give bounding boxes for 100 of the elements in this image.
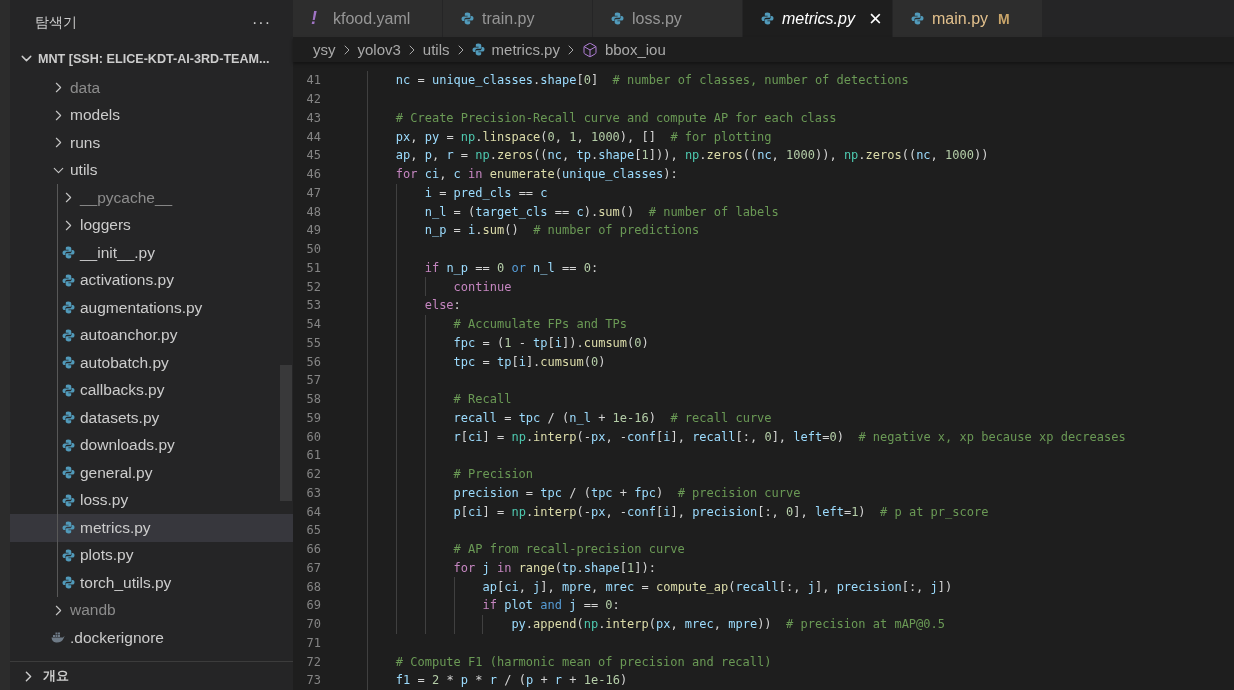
tree-item[interactable]: downloads.py bbox=[10, 431, 293, 459]
editor-tab[interactable]: main.py M bbox=[893, 0, 1042, 37]
tree-item[interactable]: autoanchor.py bbox=[10, 321, 293, 349]
code-line: tpc = tp[i].cumsum(0) bbox=[452, 354, 606, 369]
python-icon bbox=[61, 411, 75, 425]
tree-item[interactable]: general.py bbox=[10, 459, 293, 487]
line-number: 64 bbox=[305, 504, 321, 519]
tree-item[interactable]: wandb bbox=[10, 596, 293, 624]
python-icon bbox=[911, 12, 924, 25]
tree-item[interactable]: __init__.py bbox=[10, 239, 293, 267]
code-line: nc = unique_classes.shape[0] # number of classes, number of detections bbox=[394, 73, 909, 88]
code-line: ap[ci, j], mpre, mrec = compute_ap(recall[:, j], precision[:, j]) bbox=[481, 579, 953, 594]
tree-item[interactable]: autobatch.py bbox=[10, 349, 293, 377]
line-number: 58 bbox=[305, 392, 321, 407]
line-number: 68 bbox=[305, 579, 321, 594]
code-line: n_l = (target_cls == c).sum() # number of labels bbox=[423, 204, 779, 219]
line-number: 72 bbox=[305, 654, 321, 669]
line-number: 56 bbox=[305, 354, 321, 369]
tree-item[interactable]: .dockerignore bbox=[10, 624, 293, 652]
breadcrumb-item[interactable]: yolov3 bbox=[357, 41, 401, 58]
tree-item[interactable]: __pycache__ bbox=[10, 184, 293, 212]
code-line: i = pred_cls == c bbox=[423, 185, 548, 200]
line-number: 50 bbox=[305, 242, 321, 257]
python-icon bbox=[61, 328, 75, 342]
code-line: continue bbox=[452, 279, 512, 294]
python-icon bbox=[61, 356, 75, 370]
python-icon bbox=[61, 273, 75, 287]
tree-item[interactable]: utils bbox=[10, 156, 293, 184]
tree-item[interactable]: augmentations.py bbox=[10, 294, 293, 322]
python-icon bbox=[61, 493, 75, 507]
line-number: 45 bbox=[305, 148, 321, 163]
python-icon bbox=[61, 246, 75, 260]
code-line: for j in range(tp.shape[1]): bbox=[452, 560, 656, 575]
line-number: 66 bbox=[305, 542, 321, 557]
code-line: precision = tpc / (tpc + fpc) # precision curve bbox=[452, 485, 801, 500]
code-line: f1 = 2 * p * r / (p + r + 1e-16) bbox=[394, 673, 628, 688]
line-number: 52 bbox=[305, 279, 321, 294]
python-icon bbox=[61, 466, 75, 480]
outline-section-header[interactable]: 개요 bbox=[10, 661, 293, 690]
python-icon bbox=[61, 383, 75, 397]
line-number: 41 bbox=[305, 73, 321, 88]
python-icon bbox=[61, 438, 75, 452]
breadcrumb-item[interactable]: bbox_iou bbox=[604, 41, 666, 58]
line-number: 57 bbox=[305, 373, 321, 388]
tree-item[interactable]: torch_utils.py bbox=[10, 569, 293, 597]
code-line: # Recall bbox=[452, 392, 512, 407]
tree-item[interactable]: loss.py bbox=[10, 486, 293, 514]
line-number: 62 bbox=[305, 467, 321, 482]
cube-icon bbox=[581, 41, 598, 58]
code-line: p[ci] = np.interp(-px, -conf[i], precision[:, 0], left=1) # p at pr_score bbox=[452, 504, 989, 519]
tree-item[interactable]: activations.py bbox=[10, 266, 293, 294]
editor-tab[interactable]: loss.py bbox=[593, 0, 742, 37]
more-actions-button[interactable]: ··· bbox=[252, 13, 271, 32]
python-icon bbox=[611, 12, 624, 25]
explorer-title: 탐색기 bbox=[35, 13, 77, 32]
code-line: # Compute F1 (harmonic mean of precision and recall) bbox=[394, 654, 772, 669]
line-number: 73 bbox=[305, 673, 321, 688]
python-icon bbox=[761, 12, 774, 25]
line-number: 42 bbox=[305, 92, 321, 107]
close-button[interactable]: × bbox=[868, 7, 882, 30]
python-icon bbox=[471, 43, 485, 56]
code-line: px, py = np.linspace(0, 1, 1000), [] # for plotting bbox=[394, 129, 772, 144]
breadcrumb-item[interactable]: metrics.py bbox=[491, 41, 560, 58]
tree-item[interactable]: plots.py bbox=[10, 541, 293, 569]
code-line: # Create Precision-Recall curve and compute AP for each class bbox=[394, 110, 837, 125]
python-icon bbox=[61, 521, 75, 535]
workspace-section-header[interactable]: MNT [SSH: ELICE-KDT-AI-3RD-TEAM... bbox=[10, 45, 293, 72]
line-number: 55 bbox=[305, 335, 321, 350]
tree-item[interactable]: loggers bbox=[10, 211, 293, 239]
line-number: 44 bbox=[305, 129, 321, 144]
line-number: 70 bbox=[305, 617, 321, 632]
breadcrumb-item[interactable]: ysy bbox=[313, 41, 336, 58]
code-line: ap, p, r = np.zeros((nc, tp.shape[1])), np.zeros((nc, 1000)), np.zeros((nc, 1000)) bbox=[394, 148, 989, 163]
line-number: 43 bbox=[305, 110, 321, 125]
code-line: if plot and j == 0: bbox=[481, 598, 620, 613]
line-number: 54 bbox=[305, 317, 321, 332]
line-number: 61 bbox=[305, 448, 321, 463]
tree-item[interactable]: runs bbox=[10, 129, 293, 157]
editor-tab[interactable]: ! kfood.yaml bbox=[293, 0, 442, 37]
code-line: else: bbox=[423, 298, 461, 313]
breadcrumb-item[interactable]: utils bbox=[422, 41, 450, 58]
tree-item[interactable]: datasets.py bbox=[10, 404, 293, 432]
scrollbar-thumb[interactable] bbox=[280, 365, 292, 501]
tree-item[interactable]: models bbox=[10, 101, 293, 129]
tree-item[interactable]: callbacks.py bbox=[10, 376, 293, 404]
code-line: py.append(np.interp(px, mrec, mpre)) # precision at mAP@0.5 bbox=[510, 617, 945, 632]
code-line: # Accumulate FPs and TPs bbox=[452, 317, 627, 332]
tree-item[interactable]: metrics.py bbox=[10, 514, 293, 542]
exclamation-icon: ! bbox=[311, 8, 325, 29]
editor-tab[interactable]: train.py bbox=[443, 0, 592, 37]
line-number: 47 bbox=[305, 185, 321, 200]
code-line: r[ci] = np.interp(-px, -conf[i], recall[:, 0], left=0) # negative x, xp because xp decreases bbox=[452, 429, 1126, 444]
python-icon bbox=[461, 12, 474, 25]
tree-item[interactable]: data bbox=[10, 74, 293, 102]
line-number: 49 bbox=[305, 223, 321, 238]
line-number: 46 bbox=[305, 167, 321, 182]
code-line: fpc = (1 - tp[i]).cumsum(0) bbox=[452, 335, 649, 350]
editor-tab[interactable]: metrics.py × bbox=[743, 0, 892, 37]
line-number: 63 bbox=[305, 485, 321, 500]
code-line: # Precision bbox=[452, 467, 534, 482]
